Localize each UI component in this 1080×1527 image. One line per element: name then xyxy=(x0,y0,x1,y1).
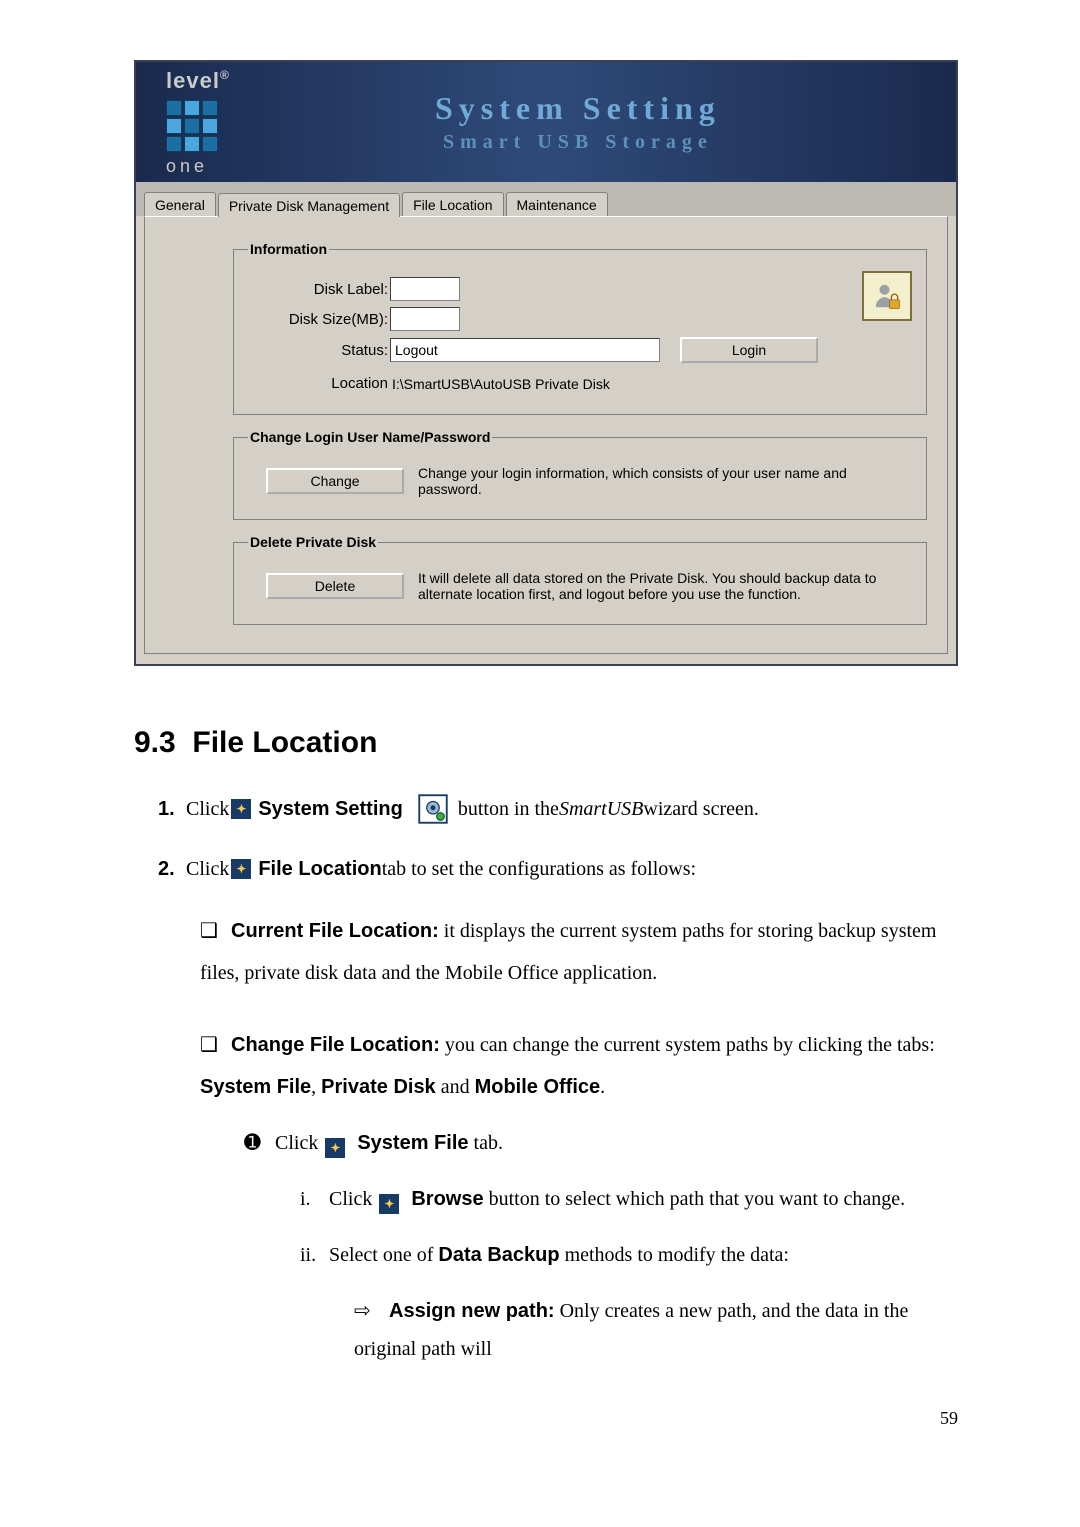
page-number: 59 xyxy=(134,1408,958,1429)
arrow-assign-new-path: ⇨ Assign new path: Only creates a new pa… xyxy=(354,1292,958,1368)
disk-label-label: Disk Label: xyxy=(248,281,390,298)
change-button[interactable]: Change xyxy=(266,468,404,494)
step-2: 2. Click ✦ File Location tab to set the … xyxy=(158,850,958,888)
file-location-tiny-icon: ✦ xyxy=(231,859,251,879)
r1-c: button to select which path that you wan… xyxy=(489,1188,906,1210)
status-value: Logout xyxy=(390,338,660,362)
system-setting-window: level® one System Setting Smart USB Stor… xyxy=(134,60,958,666)
r1-bold: Browse xyxy=(411,1188,483,1210)
logo-subtext: one xyxy=(166,156,208,177)
system-file-tiny-icon: ✦ xyxy=(325,1138,345,1158)
logo-text: level xyxy=(166,68,220,93)
delete-button[interactable]: Delete xyxy=(266,573,404,599)
r1-a: Click xyxy=(329,1188,377,1210)
disk-size-value xyxy=(390,307,460,331)
window-title: System Setting xyxy=(230,90,926,127)
b2-text: you can change the current system paths … xyxy=(440,1034,935,1056)
step-1-text-e: wizard screen. xyxy=(643,790,759,828)
brand-logo: level® one xyxy=(166,62,230,183)
tab-panel-pdm: Information Disk Label: Disk Size(MB): S… xyxy=(144,216,948,654)
bullet-change-file-location: ❑ Change File Location: you can change t… xyxy=(200,1024,958,1368)
roman-ii: ii. Select one of Data Backup methods to… xyxy=(300,1236,958,1368)
a1-bold: Assign new path: xyxy=(389,1300,555,1322)
window-subtitle: Smart USB Storage xyxy=(230,131,926,154)
group-change-login: Change Login User Name/Password Change C… xyxy=(233,429,927,520)
status-label: Status: xyxy=(248,342,390,359)
arrow-list: ⇨ Assign new path: Only creates a new pa… xyxy=(354,1292,958,1368)
section-title: File Location xyxy=(192,726,377,759)
browse-tiny-icon: ✦ xyxy=(379,1194,399,1214)
change-desc: Change your login information, which con… xyxy=(404,465,912,497)
step-1-italic: SmartUSB xyxy=(559,790,643,828)
logo-reg: ® xyxy=(220,68,230,82)
c1-c: tab. xyxy=(474,1132,503,1154)
r2-c: methods to modify the data: xyxy=(565,1244,789,1266)
group-change-login-legend: Change Login User Name/Password xyxy=(248,429,492,445)
b2-sf: System File xyxy=(200,1076,311,1098)
bullet-marker: ❑ xyxy=(200,910,226,952)
disk-label-value xyxy=(390,277,460,301)
circled-marker: ➊ xyxy=(244,1124,270,1162)
roman-ii-marker: ii. xyxy=(300,1236,324,1274)
login-button[interactable]: Login xyxy=(680,337,818,363)
disk-size-label: Disk Size(MB): xyxy=(248,311,390,328)
step-list: 1. Click ✦ System Setting button in the … xyxy=(158,790,958,888)
step-2-bold: File Location xyxy=(258,850,381,888)
tab-maintenance[interactable]: Maintenance xyxy=(506,192,608,216)
logo-grid-icon xyxy=(166,100,218,152)
roman-list: i. Click ✦ Browse button to select which… xyxy=(300,1180,958,1368)
step-1-bold: System Setting xyxy=(258,790,402,828)
bullet-marker: ❑ xyxy=(200,1024,226,1066)
step-1-text-c: button in the xyxy=(458,790,559,828)
step-2-text-c: tab to set the configurations as follows… xyxy=(382,850,696,888)
tab-bar: General Private Disk Management File Loc… xyxy=(136,182,956,216)
user-lock-icon xyxy=(862,271,912,321)
step-2-text-a: Click xyxy=(186,850,229,888)
r2-bold: Data Backup xyxy=(438,1244,559,1266)
arrow-marker: ⇨ xyxy=(354,1292,384,1330)
group-delete-disk-legend: Delete Private Disk xyxy=(248,534,378,550)
b2-mo: Mobile Office xyxy=(475,1076,601,1098)
circled-1: ➊ Click ✦ System File tab. i. Click ✦ Br… xyxy=(244,1124,958,1368)
system-setting-tiny-icon: ✦ xyxy=(231,799,251,819)
b2-bold: Change File Location: xyxy=(231,1034,440,1056)
tab-private-disk-management[interactable]: Private Disk Management xyxy=(218,193,400,217)
roman-i-marker: i. xyxy=(300,1180,324,1218)
delete-desc: It will delete all data stored on the Pr… xyxy=(404,570,912,602)
app-header: level® one System Setting Smart USB Stor… xyxy=(136,62,956,182)
group-delete-disk: Delete Private Disk Delete It will delet… xyxy=(233,534,927,625)
bullet-list: ❑ Current File Location: it displays the… xyxy=(200,910,958,1368)
b1-bold: Current File Location: xyxy=(231,920,439,942)
section-heading: 9.3 File Location xyxy=(134,726,958,760)
r2-a: Select one of xyxy=(329,1244,438,1266)
c1-bold: System File xyxy=(357,1132,468,1154)
group-information: Information Disk Label: Disk Size(MB): S… xyxy=(233,241,927,415)
system-setting-gear-icon xyxy=(418,794,448,824)
bullet-current-file-location: ❑ Current File Location: it displays the… xyxy=(200,910,958,994)
location-label: Location xyxy=(248,375,390,392)
step-1: 1. Click ✦ System Setting button in the … xyxy=(158,790,958,828)
roman-i: i. Click ✦ Browse button to select which… xyxy=(300,1180,958,1218)
tab-general[interactable]: General xyxy=(144,192,216,216)
step-1-number: 1. xyxy=(158,790,186,828)
location-value: I:\SmartUSB\AutoUSB Private Disk xyxy=(390,376,610,392)
step-2-number: 2. xyxy=(158,850,186,888)
c1-a: Click xyxy=(275,1132,323,1154)
circled-list: ➊ Click ✦ System File tab. i. Click ✦ Br… xyxy=(244,1124,958,1368)
group-information-legend: Information xyxy=(248,241,329,257)
section-number: 9.3 xyxy=(134,726,176,759)
b2-pd: Private Disk xyxy=(321,1076,436,1098)
step-1-text-a: Click xyxy=(186,790,229,828)
tab-file-location[interactable]: File Location xyxy=(402,192,503,216)
